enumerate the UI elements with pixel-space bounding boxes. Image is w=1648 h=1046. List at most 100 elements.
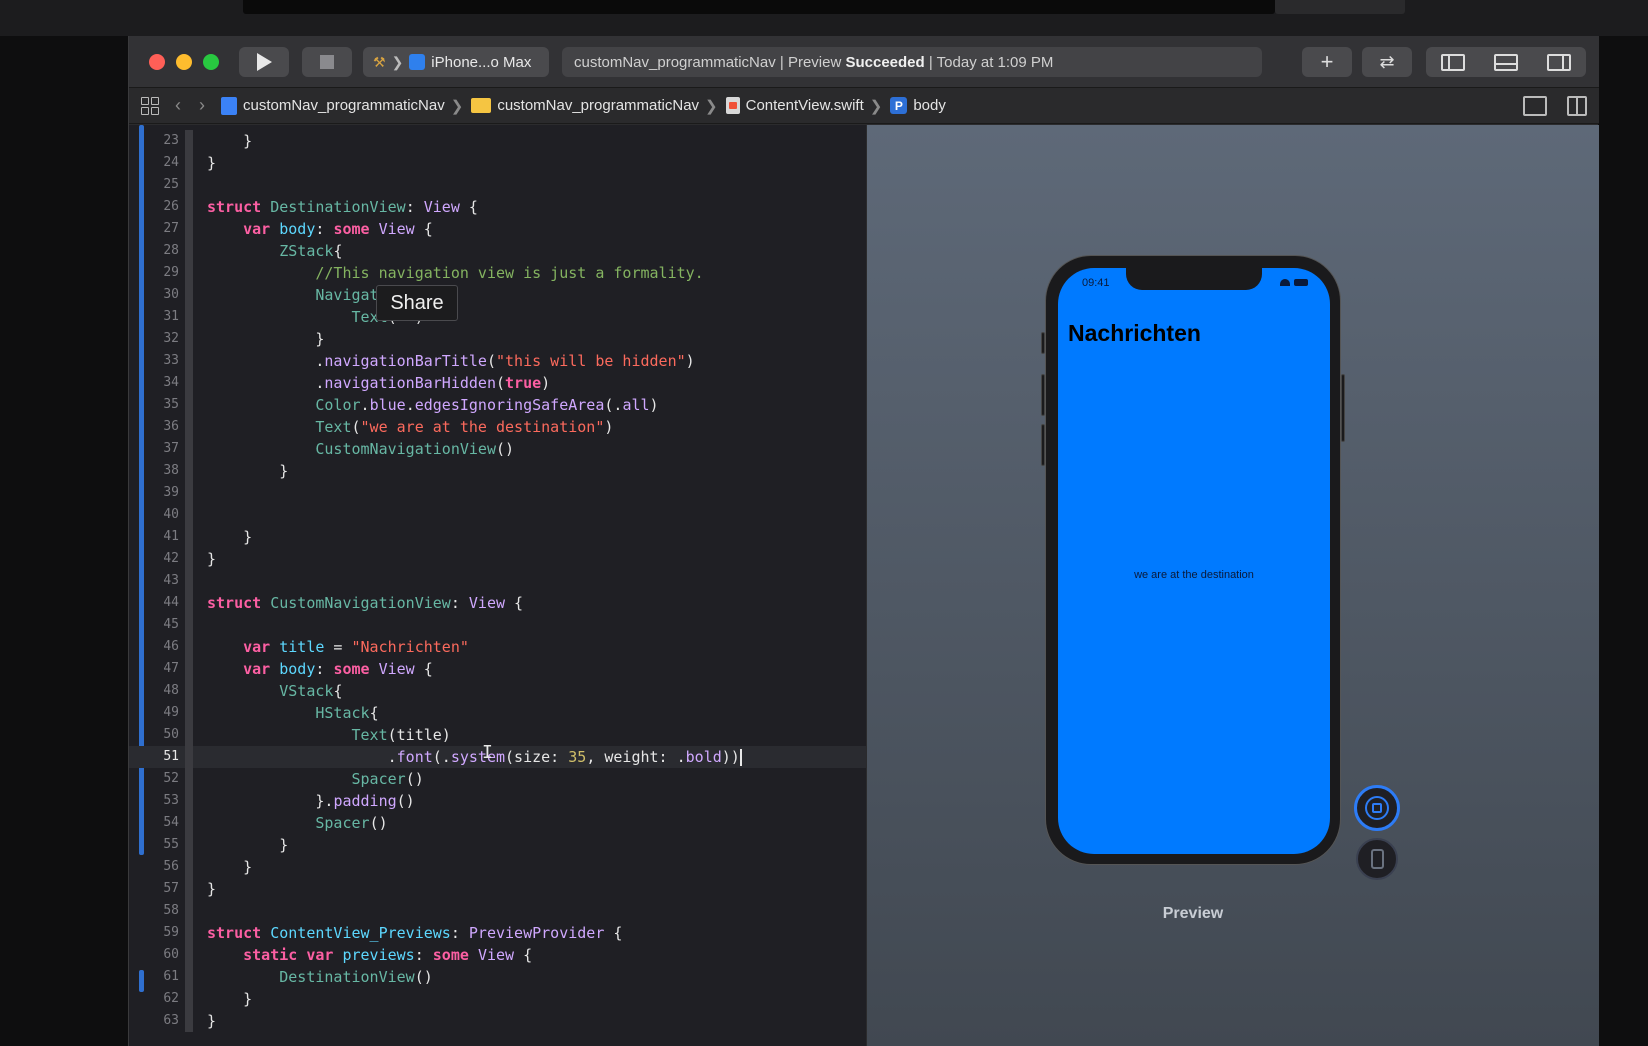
code-fold-ribbon[interactable] [185, 746, 193, 768]
source-editor[interactable]: 23 } 24} 25 26 struct DestinationView: View … [129, 125, 866, 1046]
code-fold-ribbon[interactable] [185, 174, 193, 196]
code-line[interactable]: 61 DestinationView() [129, 966, 866, 988]
code-line[interactable]: 56 } [129, 856, 866, 878]
device-settings-button[interactable] [1356, 838, 1398, 880]
code-fold-ribbon[interactable] [185, 548, 193, 570]
code-line[interactable]: 59 struct ContentView_Previews: PreviewPr… [129, 922, 866, 944]
code-fold-ribbon[interactable] [185, 900, 193, 922]
code-line[interactable]: 52 Spacer() [129, 768, 866, 790]
editor-options-icon[interactable] [1523, 96, 1547, 116]
code-line[interactable]: 28 ZStack{ [129, 240, 866, 262]
code-line[interactable]: 48 VStack{ [129, 680, 866, 702]
code-fold-ribbon[interactable] [185, 834, 193, 856]
code-fold-ribbon[interactable] [185, 130, 193, 152]
code-fold-ribbon[interactable] [185, 724, 193, 746]
preview-screen[interactable]: 09:41 Nachrichten we are at the destinat… [1058, 268, 1330, 854]
code-fold-ribbon[interactable] [185, 856, 193, 878]
stop-button[interactable] [302, 47, 352, 77]
code-line[interactable]: 45 [129, 614, 866, 636]
code-line[interactable]: 23 } [129, 130, 866, 152]
scheme-device-selector[interactable]: ⚒ ❯ iPhone...o Max [363, 47, 549, 77]
code-fold-ribbon[interactable] [185, 1010, 193, 1032]
add-editor-icon[interactable] [1567, 96, 1587, 116]
code-fold-ribbon[interactable] [185, 592, 193, 614]
code-fold-ribbon[interactable] [185, 988, 193, 1010]
code-fold-ribbon[interactable] [185, 328, 193, 350]
toggle-debug-area-button[interactable] [1479, 47, 1532, 77]
code-fold-ribbon[interactable] [185, 152, 193, 174]
code-line[interactable]: 37 CustomNavigationView() [129, 438, 866, 460]
code-fold-ribbon[interactable] [185, 658, 193, 680]
code-line[interactable]: 41 } [129, 526, 866, 548]
code-fold-ribbon[interactable] [185, 614, 193, 636]
minimize-window-button[interactable] [176, 54, 192, 70]
code-line[interactable]: 40 [129, 504, 866, 526]
breadcrumb-folder[interactable]: customNav_programmaticNav [471, 97, 699, 114]
code-fold-ribbon[interactable] [185, 790, 193, 812]
code-line[interactable]: 51 .font(.system(size: 35, weight: .bold… [129, 746, 866, 768]
code-line[interactable]: 25 [129, 174, 866, 196]
library-add-button[interactable]: + [1302, 47, 1352, 77]
code-line[interactable]: 27 var body: some View { [129, 218, 866, 240]
code-fold-ribbon[interactable] [185, 416, 193, 438]
breadcrumb-symbol[interactable]: P body [890, 97, 946, 114]
toggle-navigator-button[interactable] [1426, 47, 1479, 77]
code-fold-ribbon[interactable] [185, 438, 193, 460]
code-line[interactable]: 57} [129, 878, 866, 900]
code-fold-ribbon[interactable] [185, 812, 193, 834]
zoom-window-button[interactable] [203, 54, 219, 70]
code-line[interactable]: 47 var body: some View { [129, 658, 866, 680]
live-preview-button[interactable] [1354, 785, 1400, 831]
code-fold-ribbon[interactable] [185, 306, 193, 328]
code-fold-ribbon[interactable] [185, 394, 193, 416]
code-line[interactable]: 58 [129, 900, 866, 922]
code-fold-ribbon[interactable] [185, 878, 193, 900]
back-arrow-icon[interactable]: ‹ [175, 95, 181, 116]
code-fold-ribbon[interactable] [185, 922, 193, 944]
code-line[interactable]: 36 Text("we are at the destination") [129, 416, 866, 438]
code-line[interactable]: 44 struct CustomNavigationView: View { [129, 592, 866, 614]
code-line[interactable]: 33 .navigationBarTitle("this will be hid… [129, 350, 866, 372]
code-fold-ribbon[interactable] [185, 966, 193, 988]
code-fold-ribbon[interactable] [185, 284, 193, 306]
code-fold-ribbon[interactable] [185, 944, 193, 966]
code-line[interactable]: 32 } [129, 328, 866, 350]
code-fold-ribbon[interactable] [185, 460, 193, 482]
code-fold-ribbon[interactable] [185, 526, 193, 548]
code-fold-ribbon[interactable] [185, 570, 193, 592]
code-line[interactable]: 50 Text(title) [129, 724, 866, 746]
related-items-grid-icon[interactable] [141, 96, 159, 115]
code-line[interactable]: 54 Spacer() [129, 812, 866, 834]
code-fold-ribbon[interactable] [185, 372, 193, 394]
code-line[interactable]: 26 struct DestinationView: View { [129, 196, 866, 218]
close-window-button[interactable] [149, 54, 165, 70]
code-fold-ribbon[interactable] [185, 196, 193, 218]
toggle-inspector-button[interactable] [1533, 47, 1586, 77]
code-line[interactable]: 31 Text("") [129, 306, 866, 328]
code-line[interactable]: 63} [129, 1010, 866, 1032]
breadcrumb-project[interactable]: customNav_programmaticNav [221, 96, 445, 115]
code-fold-ribbon[interactable] [185, 504, 193, 526]
code-review-button[interactable]: ⇄ [1362, 47, 1412, 77]
code-fold-ribbon[interactable] [185, 768, 193, 790]
code-line[interactable]: 24} [129, 152, 866, 174]
code-fold-ribbon[interactable] [185, 636, 193, 658]
breadcrumb-file[interactable]: ContentView.swift [725, 97, 864, 114]
code-line[interactable]: 49 HStack{ [129, 702, 866, 724]
code-line[interactable]: 38 } [129, 460, 866, 482]
code-line[interactable]: 62 } [129, 988, 866, 1010]
code-fold-ribbon[interactable] [185, 350, 193, 372]
code-line[interactable]: 34 .navigationBarHidden(true) [129, 372, 866, 394]
code-fold-ribbon[interactable] [185, 218, 193, 240]
code-line[interactable]: 30 NavigationView{ [129, 284, 866, 306]
forward-arrow-icon[interactable]: › [199, 95, 205, 116]
code-fold-ribbon[interactable] [185, 240, 193, 262]
code-line[interactable]: 35 Color.blue.edgesIgnoringSafeArea(.all… [129, 394, 866, 416]
run-button[interactable] [239, 47, 289, 77]
code-fold-ribbon[interactable] [185, 702, 193, 724]
code-line[interactable]: 53 }.padding() [129, 790, 866, 812]
code-fold-ribbon[interactable] [185, 262, 193, 284]
code-line[interactable]: 46 var title = "Nachrichten" [129, 636, 866, 658]
code-line[interactable]: 39 [129, 482, 866, 504]
code-line[interactable]: 42} [129, 548, 866, 570]
